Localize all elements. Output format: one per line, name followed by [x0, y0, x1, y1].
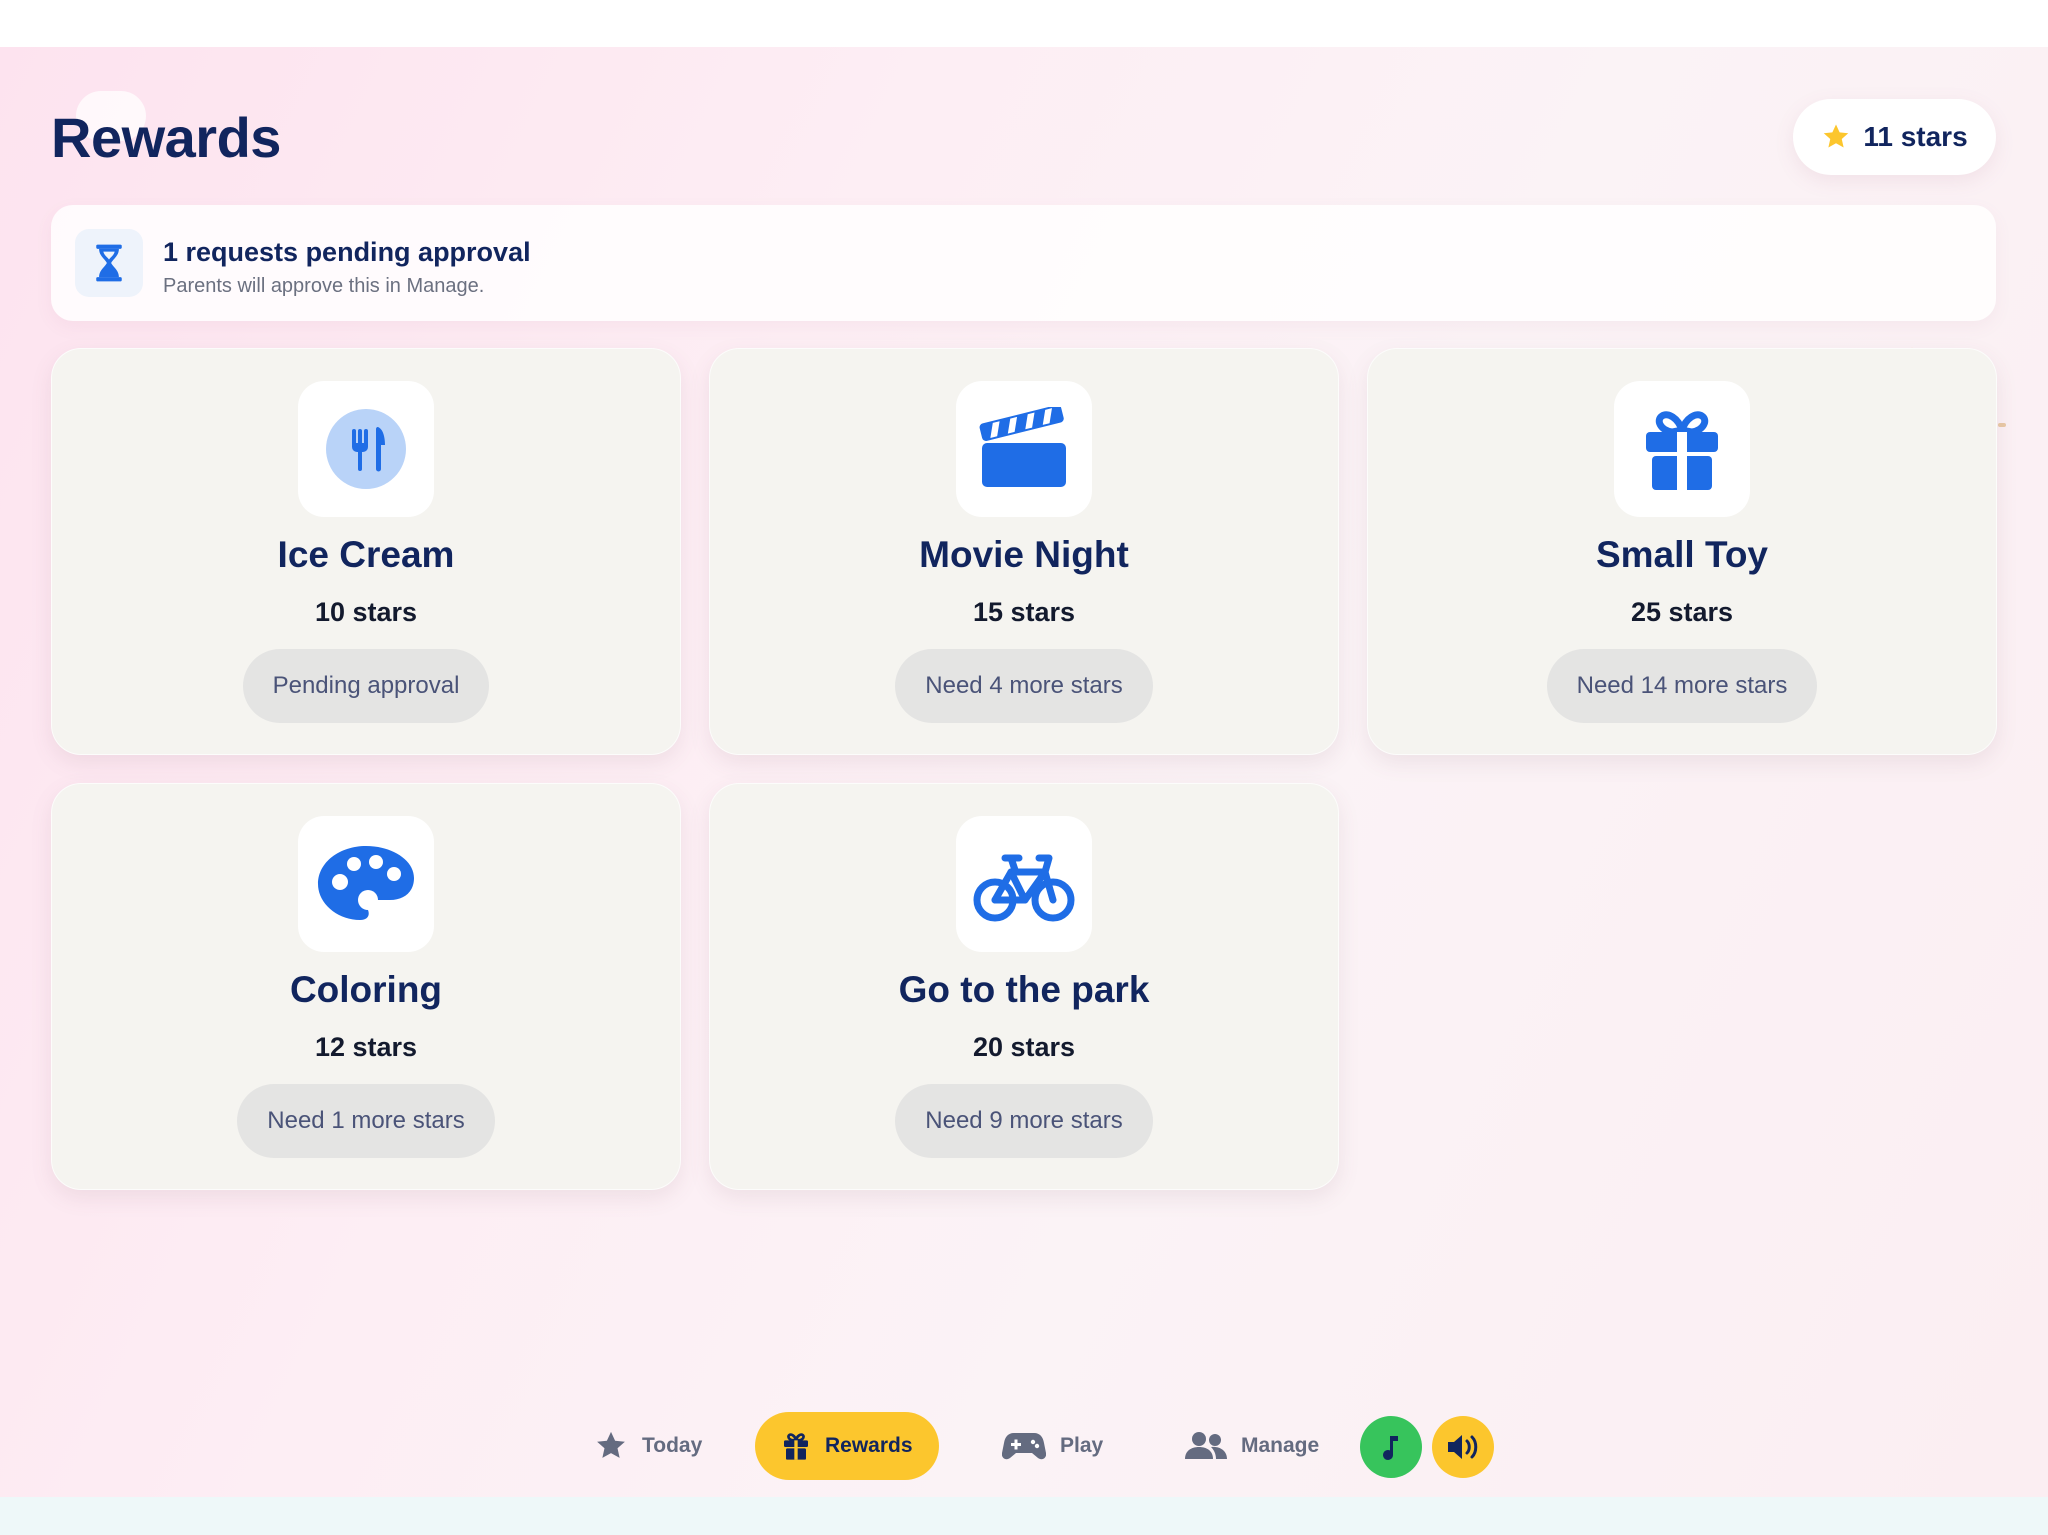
bottom-navigation: Today Rewards Play Manage: [0, 1408, 2048, 1484]
reward-name: Movie Night: [919, 534, 1129, 575]
star-icon: [597, 1431, 625, 1458]
rewards-screen: Rewards 11 stars 1 requests pending appr…: [0, 47, 2048, 1497]
nav-tab-play[interactable]: Play: [1002, 1412, 1103, 1480]
reward-card-small-toy[interactable]: Small Toy 25 stars Need 14 more stars: [1367, 348, 1997, 755]
nav-tab-today[interactable]: Today: [594, 1412, 702, 1480]
decorative-sparkle: [1998, 423, 2006, 427]
reward-card-ice-cream[interactable]: Ice Cream 10 stars Pending approval: [51, 348, 681, 755]
reward-status-pill: Need 14 more stars: [1546, 649, 1818, 723]
pending-icon-box: [75, 229, 143, 297]
star-balance-badge: 11 stars: [1793, 99, 1996, 175]
gift-icon: [784, 1433, 808, 1460]
gift-icon: [1646, 411, 1718, 490]
nav-label: Today: [642, 1434, 703, 1457]
music-toggle-button[interactable]: [1360, 1416, 1422, 1478]
reward-status-pill: Need 9 more stars: [895, 1084, 1153, 1158]
nav-label: Manage: [1241, 1434, 1320, 1457]
reward-icon-tile: [298, 381, 434, 517]
reward-name: Coloring: [289, 969, 443, 1010]
nav-tab-rewards[interactable]: Rewards: [755, 1412, 939, 1480]
reward-card-coloring[interactable]: Coloring 12 stars Need 1 more stars: [51, 783, 681, 1190]
reward-status-pill: Need 4 more stars: [895, 649, 1153, 723]
nav-label: Play: [1060, 1434, 1104, 1457]
reward-icon-tile: [956, 816, 1092, 952]
pending-approval-banner: 1 requests pending approval Parents will…: [51, 205, 1996, 321]
nav-label: Rewards: [825, 1434, 913, 1457]
bottom-strip: [0, 1497, 2048, 1535]
reward-cost: 25 stars: [1630, 597, 1734, 627]
reward-name: Go to the park: [898, 969, 1150, 1010]
reward-name: Ice Cream: [277, 534, 455, 575]
reward-cost: 15 stars: [972, 597, 1076, 627]
bicycle-icon: [973, 854, 1075, 922]
reward-status-pill: Need 1 more stars: [237, 1084, 495, 1158]
reward-card-movie-night[interactable]: Movie Night 15 stars Need 4 more stars: [709, 348, 1339, 755]
reward-icon-tile: [298, 816, 434, 952]
music-note-icon: [1383, 1436, 1398, 1460]
clapperboard-icon: [979, 407, 1066, 487]
star-icon: [1824, 124, 1849, 148]
star-balance-label: 11 stars: [1863, 121, 1968, 152]
gamepad-icon: [1002, 1433, 1046, 1460]
reward-icon-tile: [1614, 381, 1750, 517]
reward-icon-tile: [956, 381, 1092, 517]
reward-name: Small Toy: [1595, 534, 1769, 575]
utensils-icon: [326, 409, 406, 489]
pending-subtitle: Parents will approve this in Manage.: [163, 275, 485, 297]
sound-toggle-button[interactable]: [1432, 1416, 1494, 1478]
hourglass-icon: [96, 244, 122, 282]
reward-card-go-to-the-park[interactable]: Go to the park 20 stars Need 9 more star…: [709, 783, 1339, 1190]
users-icon: [1185, 1432, 1227, 1459]
reward-status-pill: Pending approval: [242, 649, 490, 723]
pending-title: 1 requests pending approval: [163, 237, 531, 267]
speaker-icon: [1448, 1435, 1478, 1459]
reward-cost: 20 stars: [972, 1032, 1076, 1062]
reward-cost: 12 stars: [314, 1032, 418, 1062]
reward-cost: 10 stars: [314, 597, 418, 627]
nav-tab-manage[interactable]: Manage: [1185, 1412, 1319, 1480]
page-title: Rewards: [51, 106, 281, 169]
palette-icon: [318, 846, 414, 920]
